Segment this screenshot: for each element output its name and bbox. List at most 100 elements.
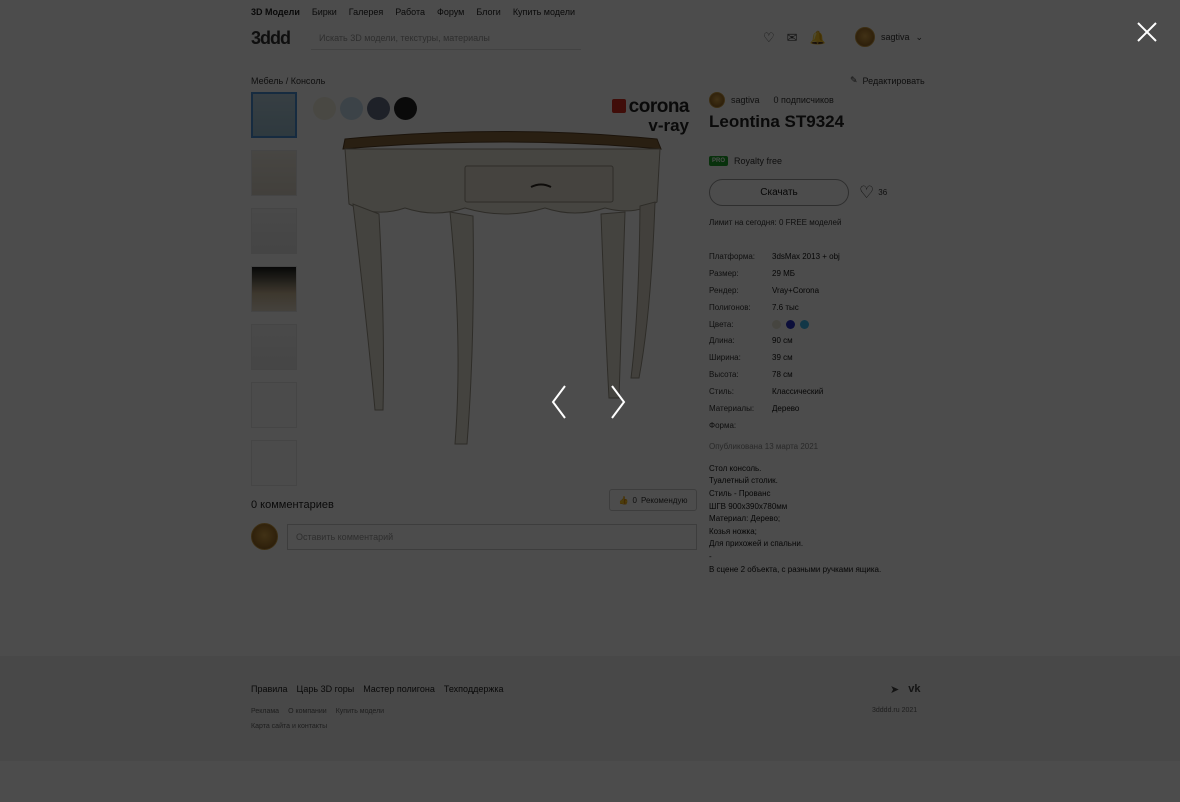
property-row: Высота: 78 см bbox=[709, 366, 929, 383]
property-row: Форма: bbox=[709, 417, 929, 434]
swatch-light-blue[interactable] bbox=[340, 97, 363, 120]
thumbnail[interactable] bbox=[251, 92, 297, 138]
property-value: 3dsMax 2013 + obj bbox=[772, 251, 840, 261]
thumbnail[interactable] bbox=[251, 440, 297, 486]
footer-links: Правила Царь 3D горы Мастер полигона Тех… bbox=[251, 684, 504, 694]
user-name: sagtiva bbox=[881, 32, 910, 42]
property-key: Высота: bbox=[709, 370, 739, 380]
property-key: Рендер: bbox=[709, 285, 739, 295]
site-logo[interactable]: 3ddd bbox=[251, 28, 291, 49]
model-description: Стол консоль. Туалетный столик. Стиль - … bbox=[709, 463, 929, 576]
recommend-button[interactable]: 👍 0 Рекомендую bbox=[609, 489, 697, 511]
property-value[interactable]: Классический bbox=[772, 387, 929, 396]
pro-badge: PRO bbox=[709, 156, 729, 166]
property-value[interactable]: Дерево bbox=[772, 404, 929, 413]
thumbnail[interactable] bbox=[251, 266, 297, 312]
description-line: Козья ножка; bbox=[709, 526, 757, 536]
color-variant-swatches bbox=[313, 97, 417, 120]
top-navigation: 3D Модели Бирки Галерея Работа Форум Бло… bbox=[251, 7, 575, 17]
swatch-black[interactable] bbox=[394, 97, 417, 120]
avatar bbox=[855, 27, 875, 47]
bottom-strip bbox=[0, 761, 1180, 802]
followers-count: 0 подписчиков bbox=[773, 95, 834, 105]
thumbnail[interactable] bbox=[251, 150, 297, 196]
description-line: Для прихожей и спальни. bbox=[709, 539, 804, 549]
property-row: Рендер: Vray+Corona bbox=[709, 282, 929, 299]
nav-item-gallery[interactable]: Галерея bbox=[349, 7, 384, 17]
download-button[interactable]: Скачать bbox=[709, 179, 849, 206]
property-key: Стиль: bbox=[709, 387, 734, 397]
description-line: Стол консоль. bbox=[709, 463, 762, 473]
bell-icon[interactable]: 🔔 bbox=[810, 30, 826, 46]
like-button[interactable]: ♡ 36 bbox=[859, 183, 887, 203]
description-line: Стиль - Прованс bbox=[709, 488, 771, 498]
chevron-down-icon: ⌄ bbox=[915, 31, 924, 42]
edit-label: Редактировать bbox=[862, 75, 925, 86]
description-line: Туалетный столик. bbox=[709, 476, 778, 486]
recommend-label: Рекомендую bbox=[640, 495, 688, 505]
footer-sitemap-link[interactable]: Карта сайта и контакты bbox=[251, 723, 327, 730]
thumbnail[interactable] bbox=[251, 324, 297, 370]
swatch-cream[interactable] bbox=[313, 97, 336, 120]
property-row: Длина: 90 см bbox=[709, 332, 929, 349]
property-value: 29 МБ bbox=[772, 268, 796, 278]
description-line: Материал: Дерево; bbox=[709, 514, 781, 524]
footer-link-king[interactable]: Царь 3D горы bbox=[297, 684, 355, 694]
telegram-icon[interactable]: ➤ bbox=[890, 683, 899, 696]
vk-icon[interactable]: vk bbox=[908, 683, 920, 696]
breadcrumb[interactable]: Мебель / Консоль bbox=[251, 76, 325, 86]
comment-input[interactable]: Оставить комментарий bbox=[287, 524, 697, 550]
property-row: Ширина: 39 см bbox=[709, 349, 929, 366]
avatar bbox=[251, 523, 278, 550]
search-input[interactable]: Искать 3D модели, текстуры, материалы bbox=[311, 28, 581, 50]
mail-icon[interactable]: ✉ bbox=[787, 30, 798, 46]
property-value: 7.6 тыс bbox=[772, 302, 799, 312]
renderer-badge: corona v-ray bbox=[612, 96, 690, 136]
nav-item-blogs[interactable]: Блоги bbox=[476, 7, 500, 17]
edit-button[interactable]: ✎ Редактировать bbox=[850, 75, 925, 86]
property-key: Материалы: bbox=[709, 403, 755, 413]
model-title: Leontina ST9324 bbox=[709, 112, 845, 131]
property-row: Размер: 29 МБ bbox=[709, 265, 929, 282]
model-preview-image[interactable]: corona v-ray bbox=[305, 92, 693, 474]
comments-count: 0 комментариев bbox=[251, 499, 334, 511]
avatar[interactable] bbox=[709, 92, 725, 108]
thumbnail-strip bbox=[251, 92, 297, 498]
footer-link-rules[interactable]: Правила bbox=[251, 684, 288, 694]
color-dot-blue[interactable] bbox=[786, 319, 795, 329]
color-dot-cream[interactable] bbox=[772, 319, 781, 329]
user-menu[interactable]: sagtiva ⌄ bbox=[855, 27, 923, 47]
author-name[interactable]: sagtiva bbox=[731, 95, 760, 105]
color-dot-light-blue[interactable] bbox=[800, 319, 809, 329]
thumbs-up-icon: 👍 bbox=[618, 495, 629, 505]
property-row: Стиль: Классический bbox=[709, 383, 929, 400]
property-row: Платформа: 3dsMax 2013 + obj bbox=[709, 248, 929, 265]
favorites-icon[interactable]: ♡ bbox=[763, 30, 775, 46]
download-row: Скачать ♡ 36 bbox=[709, 179, 929, 206]
swatch-slate[interactable] bbox=[367, 97, 390, 120]
nav-item-buy-models[interactable]: Купить модели bbox=[513, 7, 575, 17]
property-colors bbox=[772, 319, 929, 329]
heart-icon: ♡ bbox=[859, 182, 875, 202]
console-table-illustration bbox=[342, 131, 662, 445]
nav-item-tags[interactable]: Бирки bbox=[312, 7, 337, 17]
footer-link-support[interactable]: Техподдержка bbox=[444, 684, 504, 694]
property-key: Платформа: bbox=[709, 251, 756, 261]
property-value: 39 см bbox=[772, 353, 793, 363]
footer-link-polygon-master[interactable]: Мастер полигона bbox=[363, 684, 435, 694]
social-links: ➤ vk bbox=[890, 683, 920, 696]
footer: Правила Царь 3D горы Мастер полигона Тех… bbox=[0, 656, 1180, 761]
footer-link-ads[interactable]: Реклама bbox=[251, 708, 279, 715]
thumbnail[interactable] bbox=[251, 382, 297, 428]
thumbnail[interactable] bbox=[251, 208, 297, 254]
corona-logo: corona bbox=[612, 96, 690, 118]
footer-link-buy[interactable]: Купить модели bbox=[336, 708, 384, 715]
nav-item-jobs[interactable]: Работа bbox=[395, 7, 425, 17]
footer-link-about[interactable]: О компании bbox=[288, 708, 327, 715]
properties-list: Платформа: 3dsMax 2013 + obj Размер: 29 МБ… bbox=[709, 248, 929, 434]
nav-item-forum[interactable]: Форум bbox=[437, 7, 464, 17]
edit-icon: ✎ bbox=[850, 75, 858, 85]
description-line: ШГВ 900x390x780мм bbox=[709, 501, 788, 511]
property-key: Цвета: bbox=[709, 319, 734, 329]
nav-item-3d-models[interactable]: 3D Модели bbox=[251, 7, 300, 17]
